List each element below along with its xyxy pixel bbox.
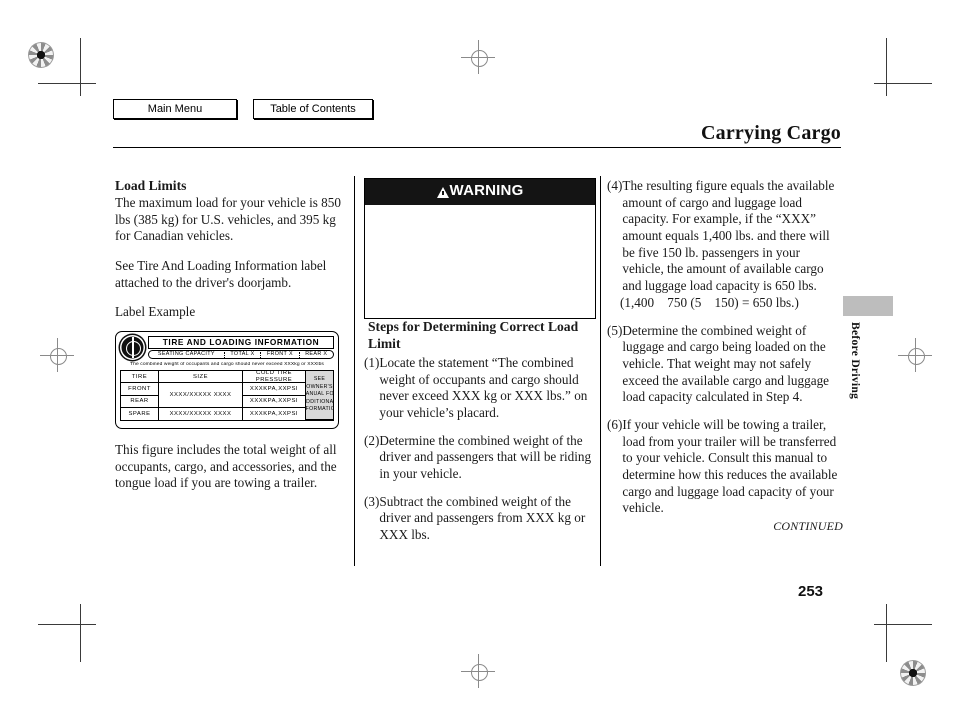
- section-tab-marker: [843, 296, 893, 316]
- table-header-pressure: COLD TIRE PRESSURE: [243, 371, 306, 384]
- step-number: (4): [607, 178, 623, 193]
- step-text: The resulting figure equals the availabl…: [622, 178, 835, 294]
- step-text: Determine the combined weight of luggage…: [622, 322, 830, 405]
- step-item: (2) Determine the combined weight of the…: [364, 433, 596, 483]
- step-item: (1) Locate the statement “The combined w…: [364, 355, 596, 422]
- warning-label: WARNING: [449, 182, 524, 199]
- label-title-block: TIRE AND LOADING INFORMATION SEATING CAP…: [148, 336, 334, 360]
- label-title: TIRE AND LOADING INFORMATION: [148, 336, 334, 349]
- continued-label: CONTINUED: [773, 519, 843, 534]
- crop-mark-bottom-left-horizontal: [38, 624, 96, 625]
- step-number: (1): [364, 354, 380, 370]
- table-of-contents-button[interactable]: Table of Contents: [253, 99, 373, 120]
- section-tab-label: Before Driving: [849, 322, 861, 400]
- crop-mark-bottom-right-horizontal: [874, 624, 932, 625]
- middle-column: WARNING Steps for Determining Correct Lo…: [364, 178, 596, 544]
- seating-capacity-row: SEATING CAPACITY TOTAL X FRONT X REAR X: [148, 350, 334, 360]
- load-limits-paragraph-2: See Tire And Loading Information label a…: [115, 258, 327, 290]
- step-4-equation: (1,400 750 (5 150) = 650 lbs.): [620, 294, 799, 310]
- column-divider-left: [354, 176, 355, 566]
- registration-crosshair-right: [898, 338, 932, 372]
- label-data-table: TIRE SIZE COLD TIRE PRESSURE SEE OWNER'S…: [120, 370, 334, 421]
- step-number: (2): [364, 432, 380, 448]
- owner-manual-note-text: SEE OWNER'S MANUAL FOR ADDITIONAL INFORM…: [306, 376, 333, 413]
- crop-mark-bottom-left-vertical: [80, 604, 81, 662]
- warning-body: [365, 204, 595, 318]
- tire-wheel-icon: [120, 335, 145, 361]
- header-rule: [113, 147, 841, 148]
- page-header: Carrying Cargo: [113, 122, 841, 148]
- table-row-rear-pressure: XXXKPA,XXPSI: [243, 395, 306, 408]
- table-row-spare-position: SPARE: [121, 407, 159, 420]
- registration-target-top-left: [28, 42, 54, 68]
- registration-crosshair-top: [461, 40, 495, 74]
- step-number: (6): [607, 416, 623, 432]
- step-text: Locate the statement “The combined weigh…: [379, 354, 588, 420]
- table-row-spare-size: XXXX/XXXXX XXXX: [159, 407, 243, 420]
- warning-box: WARNING: [364, 178, 596, 319]
- step-text: If your vehicle will be towing a trailer…: [622, 416, 838, 516]
- seating-total: TOTAL X: [225, 351, 262, 358]
- warning-triangle-icon: [436, 186, 449, 198]
- page-number: 253: [798, 583, 824, 600]
- left-column: Load Limits The maximum load for your ve…: [115, 178, 347, 492]
- table-front-rear-size: XXXX/XXXXX XXXX: [159, 383, 243, 408]
- navigation-bar: Main Menu Table of Contents: [113, 99, 373, 120]
- table-row-rear-position: REAR: [121, 395, 159, 408]
- load-limits-paragraph-1: The maximum load for your vehicle is 850…: [115, 194, 341, 244]
- step-item: (5) Determine the combined weight of lug…: [607, 323, 843, 406]
- table-row-front-position: FRONT: [121, 383, 159, 396]
- load-limits-heading: Load Limits: [115, 178, 187, 193]
- crop-mark-bottom-right-vertical: [886, 604, 887, 662]
- page-title: Carrying Cargo: [701, 122, 841, 144]
- crop-mark-top-right-vertical: [886, 38, 887, 96]
- crop-mark-top-left-vertical: [80, 38, 81, 96]
- label-top-row: TIRE AND LOADING INFORMATION SEATING CAP…: [120, 335, 334, 361]
- registration-crosshair-bottom: [461, 654, 495, 688]
- step-item: (4) The resulting figure equals the avai…: [607, 178, 843, 295]
- owner-manual-note: SEE OWNER'S MANUAL FOR ADDITIONAL INFORM…: [306, 371, 333, 420]
- tire-loading-information-label: TIRE AND LOADING INFORMATION SEATING CAP…: [115, 331, 339, 430]
- registration-crosshair-left: [40, 338, 74, 372]
- step-number: (5): [607, 322, 623, 338]
- steps-heading: Steps for Determining Correct Load Limit: [368, 318, 579, 351]
- step-item: (6) If your vehicle will be towing a tra…: [607, 417, 843, 517]
- label-example-caption: Label Example: [115, 304, 196, 320]
- warning-header: WARNING: [365, 179, 595, 205]
- label-weight-note: The combined weight of occupants and car…: [130, 362, 324, 368]
- right-column: (4) The resulting figure equals the avai…: [607, 178, 843, 534]
- main-menu-button[interactable]: Main Menu: [113, 99, 237, 120]
- step-text: Subtract the combined weight of the driv…: [379, 493, 586, 543]
- crop-mark-top-left-horizontal: [38, 83, 96, 84]
- table-header-tire: TIRE: [121, 371, 159, 384]
- load-limits-paragraph-3: This figure includes the total weight of…: [115, 442, 337, 491]
- step-number: (3): [364, 493, 380, 509]
- registration-target-bottom-right: [900, 660, 926, 686]
- column-divider-right: [600, 176, 601, 566]
- step-text: Determine the combined weight of the dri…: [379, 432, 592, 482]
- seating-front: FRONT X: [261, 351, 300, 358]
- seating-rear: REAR X: [305, 350, 328, 357]
- table-row-spare-pressure: XXXKPA,XXPSI: [243, 407, 306, 420]
- crop-mark-top-right-horizontal: [874, 83, 932, 84]
- table-header-size: SIZE: [159, 371, 243, 384]
- seating-capacity-label: SEATING CAPACITY: [149, 351, 225, 358]
- step-item: (3) Subtract the combined weight of the …: [364, 494, 596, 544]
- table-row-front-pressure: XXXKPA,XXPSI: [243, 383, 306, 396]
